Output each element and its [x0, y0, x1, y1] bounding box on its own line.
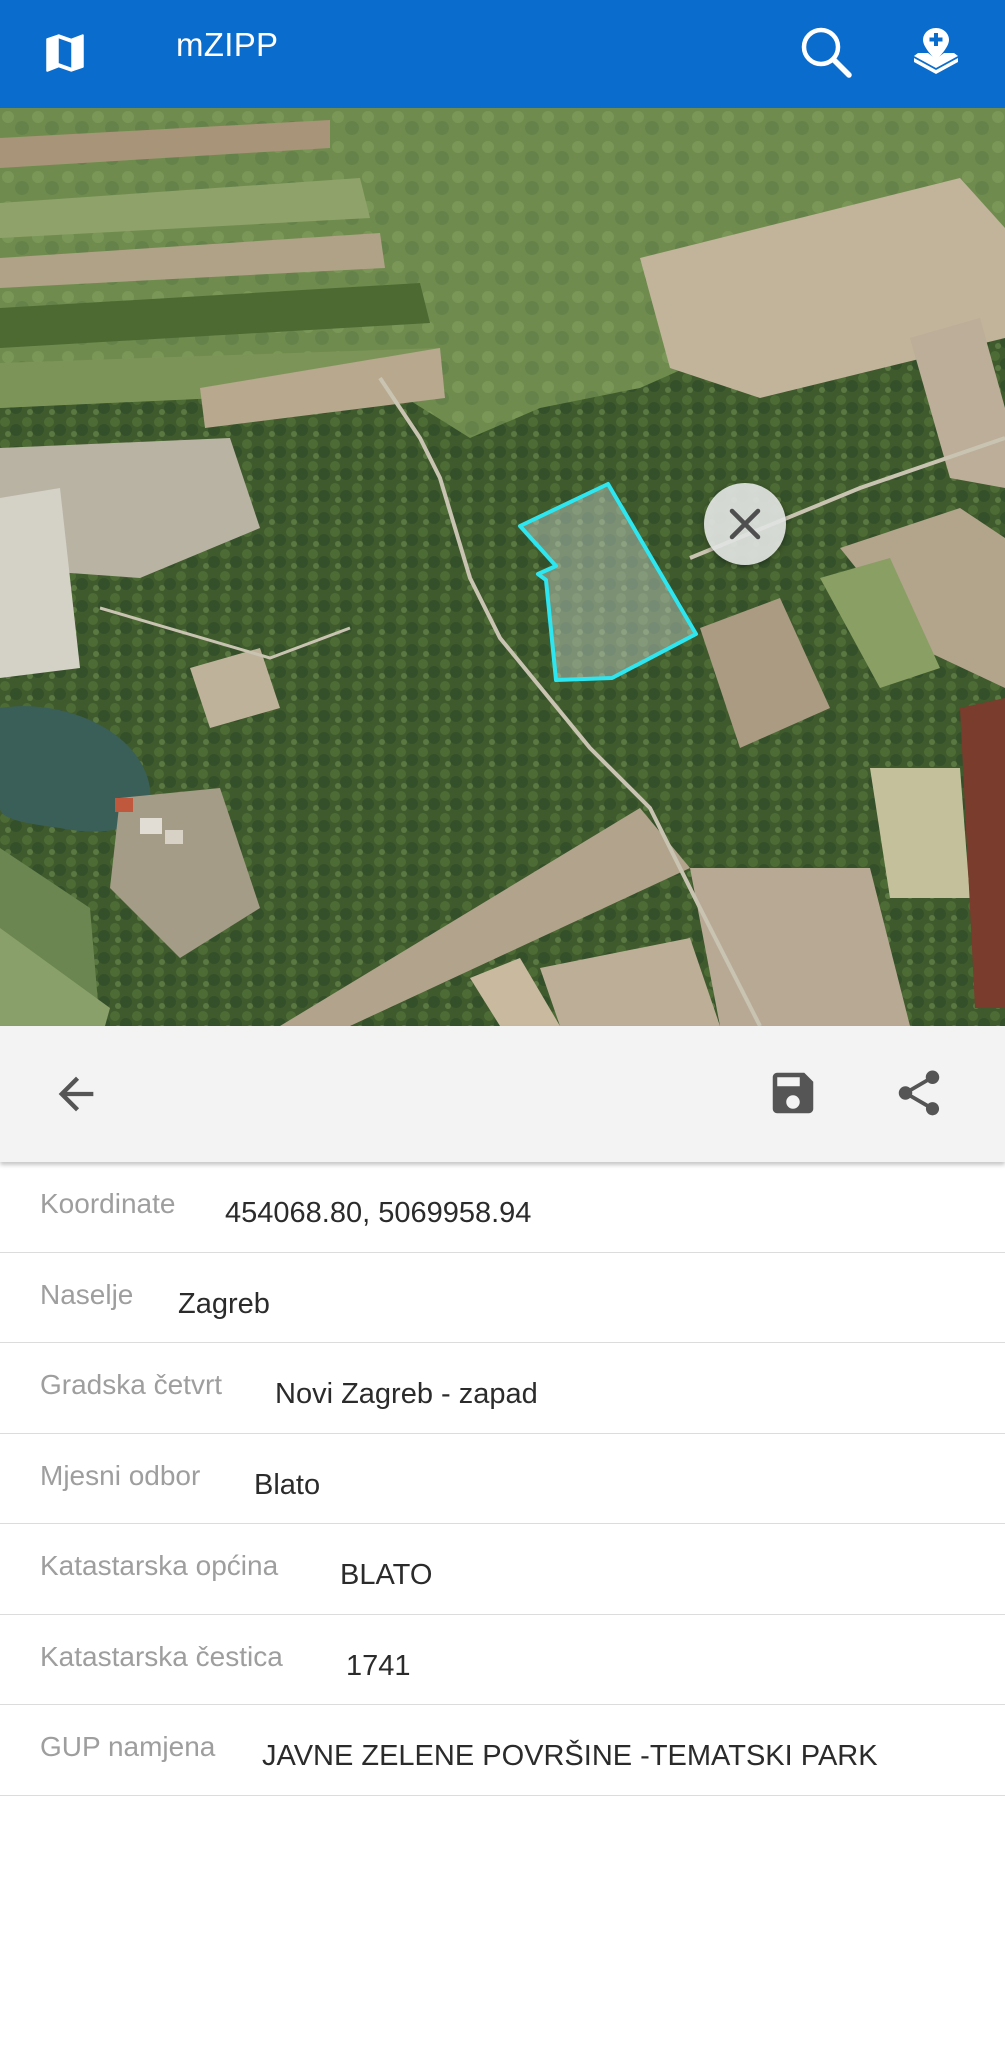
parcel-info-list: Koordinate 454068.80, 5069958.94 Naselje… — [0, 1162, 1005, 1796]
info-value: Blato — [254, 1468, 321, 1501]
info-row-katastarska-opcina: Katastarska općina BLATO — [0, 1524, 1005, 1615]
share-icon[interactable] — [892, 1066, 946, 1120]
info-value: 454068.80, 5069958.94 — [225, 1197, 532, 1229]
info-row-gradska-cetvrt: Gradska četvrt Novi Zagreb - zapad — [0, 1343, 1005, 1434]
info-value: Zagreb — [178, 1287, 270, 1320]
info-row-katastarska-cestica: Katastarska čestica 1741 — [0, 1615, 1005, 1705]
close-icon[interactable] — [704, 483, 786, 565]
back-arrow-icon[interactable] — [50, 1068, 102, 1120]
map-icon[interactable] — [40, 28, 90, 78]
info-label: Katastarska čestica — [40, 1640, 283, 1672]
info-label: Katastarska općina — [40, 1550, 279, 1581]
info-label: Mjesni odbor — [40, 1459, 201, 1491]
info-row-gup-namjena: GUP namjena JAVNE ZELENE POVRŠINE -TEMAT… — [0, 1705, 1005, 1796]
info-value: BLATO — [340, 1559, 433, 1591]
info-value: JAVNE ZELENE POVRŠINE -TEMATSKI PARK — [262, 1740, 878, 1772]
info-value: Novi Zagreb - zapad — [275, 1378, 538, 1410]
detail-toolbar — [0, 1026, 1005, 1162]
info-label: GUP namjena — [40, 1731, 216, 1762]
info-label: Naselje — [40, 1278, 134, 1310]
info-label: Koordinate — [40, 1188, 176, 1219]
app-bar: mZIPP — [0, 0, 1005, 108]
app-title: mZIPP — [176, 26, 279, 63]
info-row-koordinate: Koordinate 454068.80, 5069958.94 — [0, 1162, 1005, 1253]
layers-download-icon[interactable] — [906, 22, 966, 82]
satellite-map[interactable] — [0, 108, 1005, 1026]
info-label: Gradska četvrt — [40, 1369, 223, 1400]
save-icon[interactable] — [766, 1066, 820, 1120]
info-value: 1741 — [346, 1649, 411, 1682]
map-imagery — [0, 108, 1005, 1026]
app-screen: mZIPP Koordinate 454068.80, 5069958.94 N… — [0, 0, 1005, 2048]
search-icon[interactable] — [796, 22, 856, 82]
info-row-mjesni-odbor: Mjesni odbor Blato — [0, 1434, 1005, 1524]
info-row-naselje: Naselje Zagreb — [0, 1253, 1005, 1343]
